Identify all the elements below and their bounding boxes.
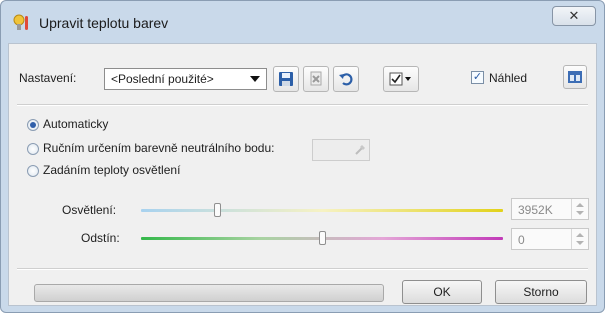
window-title: Upravit teplotu barev (39, 15, 169, 31)
tint-slider-thumb[interactable] (319, 231, 326, 245)
preview-checkbox[interactable]: ✓ (471, 71, 484, 84)
neutral-color-swatch[interactable] (312, 139, 370, 161)
spin-down-icon (576, 211, 584, 215)
spin-up-icon (576, 233, 584, 237)
tint-value-input[interactable]: 0 (511, 228, 589, 250)
options-menu-icon (389, 72, 411, 86)
ok-button-label: OK (433, 285, 451, 299)
close-icon: ✕ (568, 8, 580, 23)
radio-automatic-label: Automaticky (43, 117, 109, 131)
checkmark-icon: ✓ (472, 71, 483, 83)
radio-neutral-point-label: Ručním určením barevně neutrálního bodu: (43, 141, 275, 155)
spin-down-icon (576, 241, 584, 245)
tint-value: 0 (518, 233, 525, 247)
lighting-spinner[interactable] (571, 199, 588, 219)
delete-icon (310, 71, 322, 86)
spin-up-icon (576, 203, 584, 207)
delete-preset-button[interactable] (303, 66, 329, 92)
progress-bar (34, 284, 384, 302)
save-preset-button[interactable] (273, 66, 299, 92)
color-temperature-icon (13, 14, 28, 30)
reset-icon (339, 73, 353, 86)
cancel-button-label: Storno (523, 285, 559, 299)
radio-neutral-point[interactable] (27, 143, 39, 155)
radio-automatic[interactable] (27, 119, 39, 131)
tint-label: Odstín: (81, 231, 120, 245)
options-menu-button[interactable] (383, 66, 419, 92)
dialog-window: Upravit teplotu barev ✕ Nastavení: <Posl… (0, 0, 605, 313)
dialog-body: Nastavení: <Poslední použité> ✓ Náhled A… (8, 43, 597, 306)
lighting-label: Osvětlení: (62, 203, 117, 217)
preset-select[interactable]: <Poslední použité> (104, 68, 267, 90)
lighting-slider-thumb[interactable] (214, 203, 221, 217)
lighting-value-input[interactable]: 3952K (511, 198, 589, 220)
title-bar: Upravit teplotu barev ✕ (1, 1, 604, 39)
preview-label: Náhled (489, 71, 528, 85)
eyedropper-icon (355, 145, 365, 155)
separator (17, 268, 588, 270)
lighting-slider-track[interactable] (141, 209, 503, 212)
save-icon (279, 72, 293, 86)
radio-light-temperature[interactable] (27, 165, 39, 177)
lighting-value: 3952K (518, 203, 553, 217)
reset-preset-button[interactable] (333, 66, 359, 92)
chevron-down-icon (250, 76, 260, 82)
preset-value: <Poslední použité> (111, 72, 214, 86)
settings-label: Nastavení: (19, 71, 77, 85)
ok-button[interactable]: OK (402, 280, 482, 304)
close-button[interactable]: ✕ (552, 6, 596, 26)
cancel-button[interactable]: Storno (495, 280, 587, 304)
tint-spinner[interactable] (571, 229, 588, 249)
panel-layout-icon (568, 71, 582, 83)
radio-light-temperature-label: Zadáním teploty osvětlení (43, 163, 181, 177)
separator (17, 104, 588, 106)
toggle-panel-button[interactable] (563, 65, 587, 89)
